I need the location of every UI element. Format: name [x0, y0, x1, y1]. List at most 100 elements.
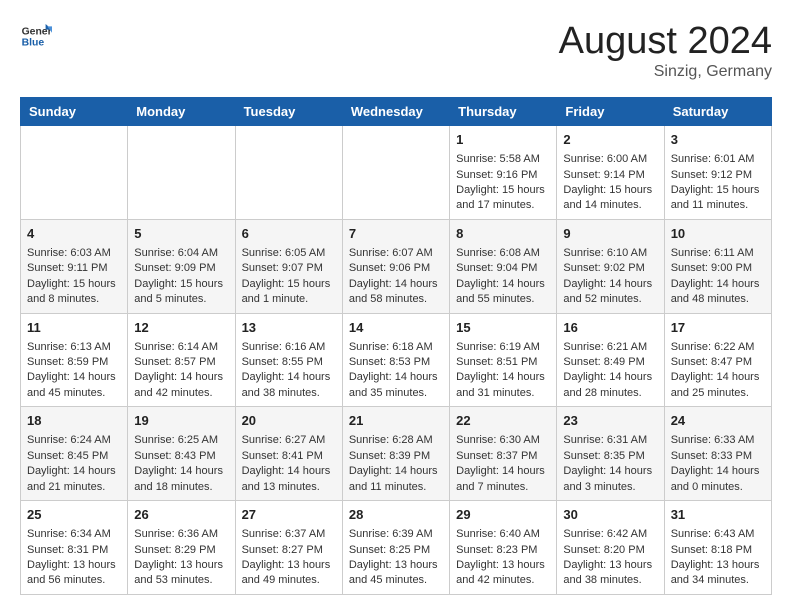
weekday-header-tuesday: Tuesday	[235, 98, 342, 126]
daylight-text: Daylight: 14 hours and 21 minutes.	[27, 464, 121, 495]
sunrise-text: Sunrise: 6:28 AM	[349, 433, 443, 448]
calendar-cell: 10Sunrise: 6:11 AMSunset: 9:00 PMDayligh…	[664, 219, 771, 313]
day-number: 21	[349, 412, 443, 430]
day-number: 11	[27, 319, 121, 337]
daylight-text: Daylight: 15 hours and 5 minutes.	[134, 277, 228, 308]
day-number: 27	[242, 506, 336, 524]
day-number: 5	[134, 225, 228, 243]
calendar-cell: 22Sunrise: 6:30 AMSunset: 8:37 PMDayligh…	[450, 407, 557, 501]
sunset-text: Sunset: 9:14 PM	[563, 168, 657, 183]
sunrise-text: Sunrise: 6:33 AM	[671, 433, 765, 448]
cell-content: 14Sunrise: 6:18 AMSunset: 8:53 PMDayligh…	[349, 319, 443, 402]
sunrise-text: Sunrise: 6:34 AM	[27, 527, 121, 542]
daylight-text: Daylight: 14 hours and 52 minutes.	[563, 277, 657, 308]
sunrise-text: Sunrise: 6:25 AM	[134, 433, 228, 448]
daylight-text: Daylight: 14 hours and 28 minutes.	[563, 370, 657, 401]
cell-content: 3Sunrise: 6:01 AMSunset: 9:12 PMDaylight…	[671, 131, 765, 214]
weekday-header-saturday: Saturday	[664, 98, 771, 126]
day-number: 7	[349, 225, 443, 243]
sunrise-text: Sunrise: 6:03 AM	[27, 246, 121, 261]
day-number: 15	[456, 319, 550, 337]
calendar-cell: 13Sunrise: 6:16 AMSunset: 8:55 PMDayligh…	[235, 313, 342, 407]
day-number: 9	[563, 225, 657, 243]
logo: General Blue	[20, 20, 52, 52]
day-number: 24	[671, 412, 765, 430]
cell-content: 28Sunrise: 6:39 AMSunset: 8:25 PMDayligh…	[349, 506, 443, 589]
calendar-cell: 26Sunrise: 6:36 AMSunset: 8:29 PMDayligh…	[128, 501, 235, 595]
calendar-cell	[128, 126, 235, 220]
day-number: 10	[671, 225, 765, 243]
weekday-header-monday: Monday	[128, 98, 235, 126]
sunrise-text: Sunrise: 6:40 AM	[456, 527, 550, 542]
daylight-text: Daylight: 14 hours and 25 minutes.	[671, 370, 765, 401]
day-number: 28	[349, 506, 443, 524]
sunrise-text: Sunrise: 6:07 AM	[349, 246, 443, 261]
cell-content: 17Sunrise: 6:22 AMSunset: 8:47 PMDayligh…	[671, 319, 765, 402]
day-number: 25	[27, 506, 121, 524]
day-number: 16	[563, 319, 657, 337]
sunset-text: Sunset: 8:37 PM	[456, 449, 550, 464]
sunset-text: Sunset: 8:59 PM	[27, 355, 121, 370]
sunrise-text: Sunrise: 6:00 AM	[563, 152, 657, 167]
day-number: 26	[134, 506, 228, 524]
sunrise-text: Sunrise: 6:11 AM	[671, 246, 765, 261]
calendar-cell: 30Sunrise: 6:42 AMSunset: 8:20 PMDayligh…	[557, 501, 664, 595]
daylight-text: Daylight: 14 hours and 7 minutes.	[456, 464, 550, 495]
sunrise-text: Sunrise: 6:36 AM	[134, 527, 228, 542]
calendar-cell: 24 Sunrise: 6:33 AMSunset: 8:33 PMDayligh…	[664, 407, 771, 501]
sunset-text: Sunset: 8:33 PM	[671, 449, 765, 464]
calendar-cell: 3Sunrise: 6:01 AMSunset: 9:12 PMDaylight…	[664, 126, 771, 220]
day-number: 14	[349, 319, 443, 337]
cell-content: 29Sunrise: 6:40 AMSunset: 8:23 PMDayligh…	[456, 506, 550, 589]
sunset-text: Sunset: 9:04 PM	[456, 261, 550, 276]
sunset-text: Sunset: 8:25 PM	[349, 543, 443, 558]
daylight-text: Daylight: 14 hours and 0 minutes.	[671, 464, 765, 495]
day-number: 6	[242, 225, 336, 243]
sunrise-text: Sunrise: 6:30 AM	[456, 433, 550, 448]
sunset-text: Sunset: 8:29 PM	[134, 543, 228, 558]
calendar-cell: 11 Sunrise: 6:13 AMSunset: 8:59 PMDayligh…	[21, 313, 128, 407]
sunset-text: Sunset: 8:47 PM	[671, 355, 765, 370]
day-number: 3	[671, 131, 765, 149]
cell-content: 25Sunrise: 6:34 AMSunset: 8:31 PMDayligh…	[27, 506, 121, 589]
calendar-cell: 23Sunrise: 6:31 AMSunset: 8:35 PMDayligh…	[557, 407, 664, 501]
daylight-text: Daylight: 14 hours and 38 minutes.	[242, 370, 336, 401]
cell-content: 22Sunrise: 6:30 AMSunset: 8:37 PMDayligh…	[456, 412, 550, 495]
day-number: 31	[671, 506, 765, 524]
calendar-cell: 9Sunrise: 6:10 AMSunset: 9:02 PMDaylight…	[557, 219, 664, 313]
day-number: 13	[242, 319, 336, 337]
cell-content: 1Sunrise: 5:58 AMSunset: 9:16 PMDaylight…	[456, 131, 550, 214]
weekday-header-friday: Friday	[557, 98, 664, 126]
cell-content: 2Sunrise: 6:00 AMSunset: 9:14 PMDaylight…	[563, 131, 657, 214]
sunrise-text: Sunrise: 6:22 AM	[671, 340, 765, 355]
sunrise-text: Sunrise: 6:05 AM	[242, 246, 336, 261]
calendar-cell: 6Sunrise: 6:05 AMSunset: 9:07 PMDaylight…	[235, 219, 342, 313]
week-row-2: 4Sunrise: 6:03 AMSunset: 9:11 PMDaylight…	[21, 219, 772, 313]
cell-content: 13Sunrise: 6:16 AMSunset: 8:55 PMDayligh…	[242, 319, 336, 402]
calendar-cell: 17Sunrise: 6:22 AMSunset: 8:47 PMDayligh…	[664, 313, 771, 407]
sunset-text: Sunset: 8:35 PM	[563, 449, 657, 464]
daylight-text: Daylight: 14 hours and 45 minutes.	[27, 370, 121, 401]
title-area: August 2024 Sinzig, Germany	[559, 20, 772, 81]
sunset-text: Sunset: 8:45 PM	[27, 449, 121, 464]
sunrise-text: Sunrise: 6:18 AM	[349, 340, 443, 355]
calendar-table: SundayMondayTuesdayWednesdayThursdayFrid…	[20, 97, 772, 595]
calendar-cell: 15Sunrise: 6:19 AMSunset: 8:51 PMDayligh…	[450, 313, 557, 407]
daylight-text: Daylight: 14 hours and 3 minutes.	[563, 464, 657, 495]
calendar-cell: 16Sunrise: 6:21 AMSunset: 8:49 PMDayligh…	[557, 313, 664, 407]
sunrise-text: Sunrise: 6:43 AM	[671, 527, 765, 542]
cell-content: 7Sunrise: 6:07 AMSunset: 9:06 PMDaylight…	[349, 225, 443, 308]
calendar-cell: 8Sunrise: 6:08 AMSunset: 9:04 PMDaylight…	[450, 219, 557, 313]
sunrise-text: Sunrise: 6:13 AM	[27, 340, 121, 355]
daylight-text: Daylight: 13 hours and 49 minutes.	[242, 558, 336, 589]
daylight-text: Daylight: 14 hours and 48 minutes.	[671, 277, 765, 308]
sunset-text: Sunset: 8:41 PM	[242, 449, 336, 464]
sunset-text: Sunset: 9:09 PM	[134, 261, 228, 276]
sunset-text: Sunset: 8:53 PM	[349, 355, 443, 370]
calendar-cell: 25Sunrise: 6:34 AMSunset: 8:31 PMDayligh…	[21, 501, 128, 595]
calendar-cell	[342, 126, 449, 220]
cell-content: 8Sunrise: 6:08 AMSunset: 9:04 PMDaylight…	[456, 225, 550, 308]
daylight-text: Daylight: 14 hours and 13 minutes.	[242, 464, 336, 495]
sunset-text: Sunset: 9:16 PM	[456, 168, 550, 183]
sunrise-text: Sunrise: 6:27 AM	[242, 433, 336, 448]
